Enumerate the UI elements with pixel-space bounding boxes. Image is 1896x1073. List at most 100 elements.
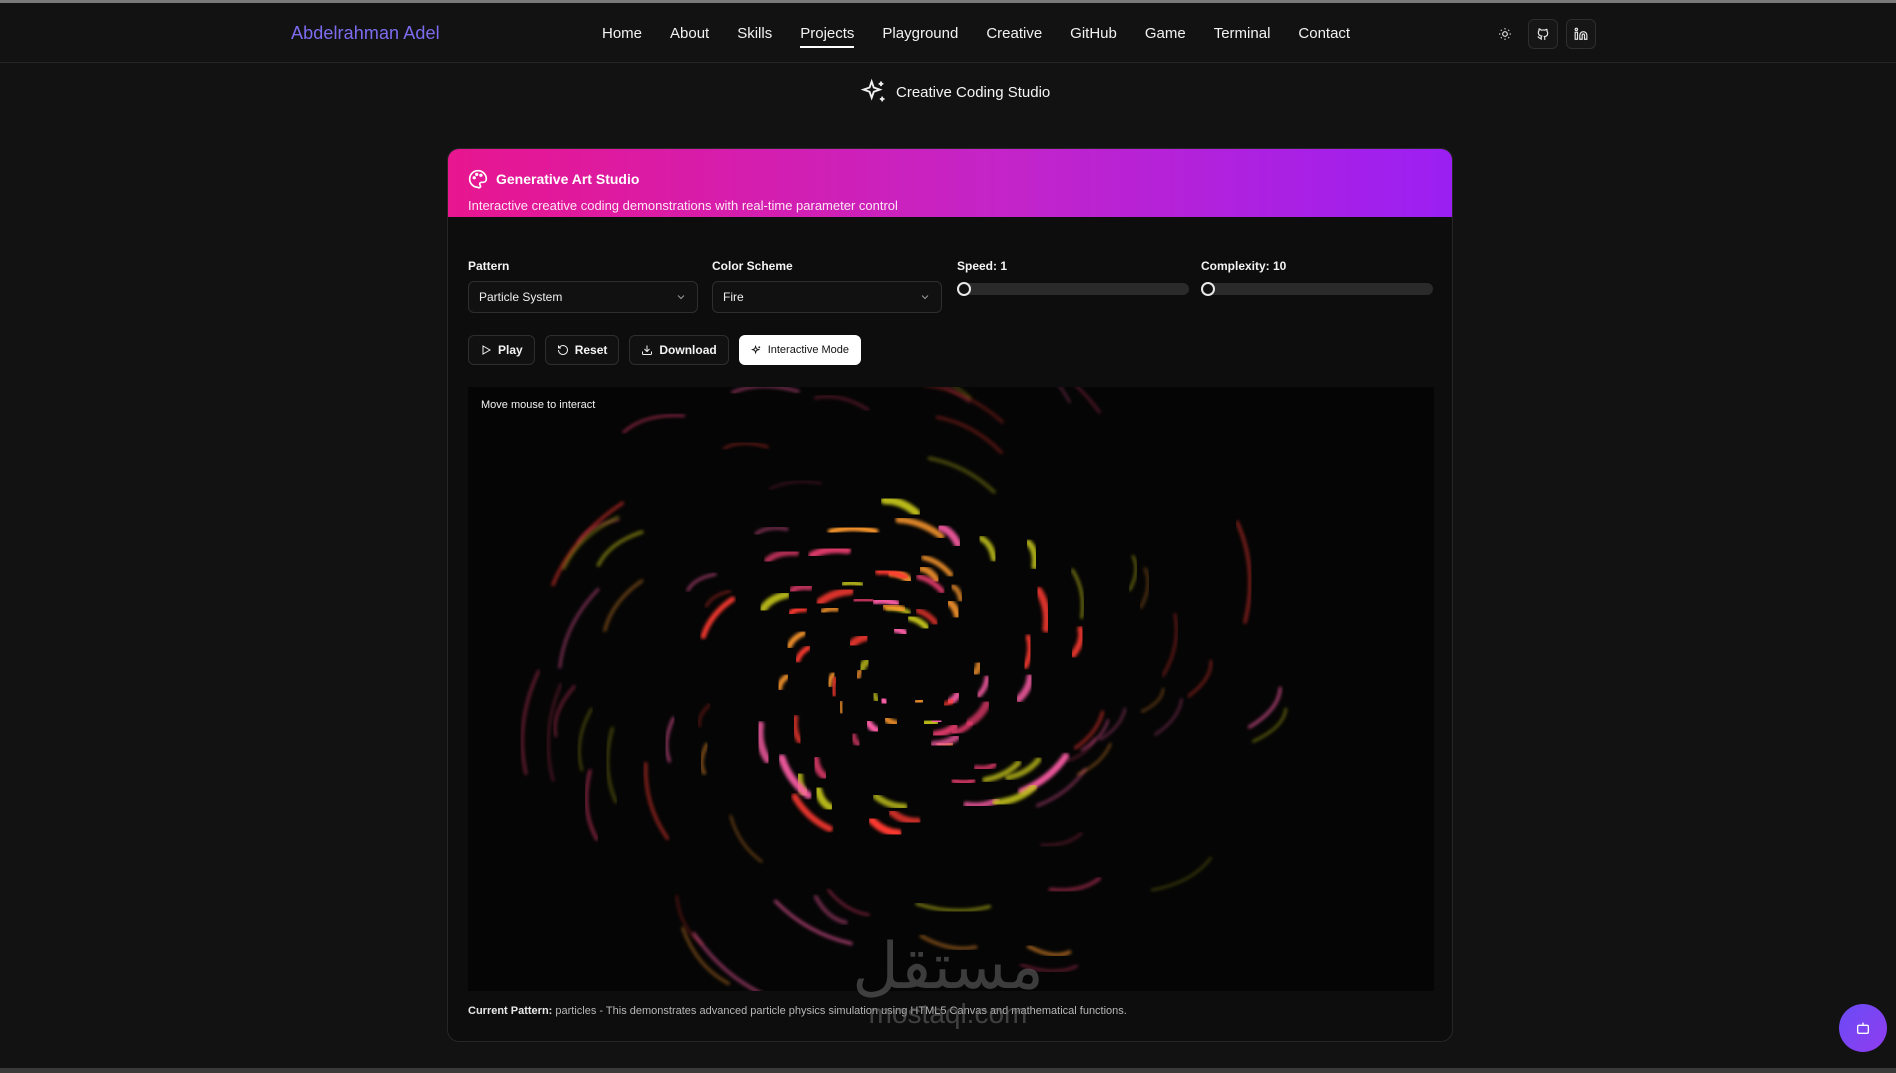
linkedin-link-button[interactable] <box>1566 19 1596 49</box>
particle-trail <box>813 895 848 925</box>
particle-trail <box>883 715 900 727</box>
github-link-button[interactable] <box>1528 19 1558 49</box>
particle-trail <box>1080 719 1110 751</box>
particle-trail <box>768 480 822 491</box>
color-scheme-select[interactable]: Fire <box>712 281 942 313</box>
nav-terminal[interactable]: Terminal <box>1214 25 1271 48</box>
github-icon <box>1537 28 1549 40</box>
particle-trail <box>1252 707 1288 743</box>
particle-trail <box>1070 568 1085 619</box>
particle-trail <box>755 720 772 764</box>
nav-skills[interactable]: Skills <box>737 25 772 48</box>
particle-trail <box>880 496 921 518</box>
particle-trail <box>562 515 620 570</box>
color-scheme-control: Color Scheme Fire <box>712 259 942 313</box>
particle-trail <box>776 673 790 692</box>
particle-trail <box>819 605 840 615</box>
parameter-controls: Pattern Particle System Color Scheme Fir… <box>468 259 1434 319</box>
particle-trail <box>827 525 879 535</box>
nav-home[interactable]: Home <box>602 25 642 48</box>
play-button[interactable]: Play <box>468 335 535 365</box>
particle-trail <box>697 703 711 728</box>
particle-trail <box>1154 698 1183 736</box>
particle-trail <box>759 590 791 613</box>
particle-trail <box>699 742 709 775</box>
nav-projects[interactable]: Projects <box>800 25 855 48</box>
download-button-label: Download <box>659 343 717 357</box>
particle-trail <box>973 761 998 772</box>
watermark-arabic: مستقل <box>852 930 1044 1004</box>
particle-trail <box>935 415 1003 455</box>
particle-trail <box>840 579 865 589</box>
pattern-select[interactable]: Particle System <box>468 281 698 313</box>
particle-trail <box>1140 687 1165 713</box>
particle-trail <box>1150 856 1212 892</box>
complexity-control: Complexity: 10 <box>1201 259 1433 296</box>
rotate-ccw-icon <box>557 345 568 355</box>
reset-button[interactable]: Reset <box>544 335 620 365</box>
particle-trail <box>558 588 600 669</box>
download-icon <box>642 345 653 355</box>
particle-trail <box>915 902 992 913</box>
card-title-text: Generative Art Studio <box>496 171 640 187</box>
particle-trail <box>811 755 829 780</box>
card-header: Generative Art Studio Interactive creati… <box>448 149 1452 217</box>
color-scheme-label: Color Scheme <box>712 259 793 273</box>
particle-trail <box>1073 710 1105 750</box>
particle-trail <box>872 792 908 811</box>
particle-trail <box>778 754 813 799</box>
nav-playground[interactable]: Playground <box>882 25 958 48</box>
particle-trail <box>837 699 846 716</box>
particle-trail <box>729 815 763 863</box>
speed-slider[interactable] <box>957 282 1189 296</box>
play-button-label: Play <box>498 343 523 357</box>
reset-button-label: Reset <box>574 343 608 357</box>
nav-about[interactable]: About <box>670 25 709 48</box>
particle-trail <box>1128 555 1138 592</box>
particle-trail <box>851 595 876 605</box>
particle-trail <box>891 626 909 637</box>
particle-trail <box>1161 613 1178 677</box>
watermark: مستقل mostaql.com <box>833 935 1063 1029</box>
particle-trail <box>584 769 599 841</box>
particle-trail <box>681 926 730 985</box>
art-canvas[interactable]: Move mouse to interact <box>468 387 1434 991</box>
particle-trail <box>1048 876 1101 892</box>
particle-trail <box>830 675 839 698</box>
particle-trail <box>945 598 961 620</box>
particle-trail <box>970 660 984 677</box>
particle-trail <box>622 414 686 434</box>
particle-trail <box>864 718 881 734</box>
nav-creative[interactable]: Creative <box>986 25 1042 48</box>
particle-trail <box>929 717 945 726</box>
chat-bot-button[interactable] <box>1839 1004 1887 1052</box>
particle-trail <box>577 707 593 772</box>
canvas-hint: Move mouse to interact <box>481 399 596 411</box>
particle-trail <box>787 606 809 617</box>
pattern-label: Pattern <box>468 259 510 273</box>
speed-slider-thumb[interactable] <box>957 282 971 296</box>
particle-trail <box>878 695 890 707</box>
nav-game[interactable]: Game <box>1145 25 1186 48</box>
theme-toggle-button[interactable] <box>1490 19 1520 49</box>
particle-trail <box>975 674 990 699</box>
brand-logo-text[interactable]: Abdelrahman Adel <box>291 23 440 44</box>
particle-trail <box>664 716 676 763</box>
particle-trail <box>992 783 1038 807</box>
nav-contact[interactable]: Contact <box>1298 25 1350 48</box>
nav-github[interactable]: GitHub <box>1070 25 1117 48</box>
particle-trail <box>978 535 998 562</box>
particle-trail <box>1024 539 1039 570</box>
pattern-control: Pattern Particle System <box>468 259 698 313</box>
complexity-slider-thumb[interactable] <box>1201 282 1215 296</box>
interactive-mode-button[interactable]: Interactive Mode <box>738 335 862 365</box>
complexity-slider[interactable] <box>1201 282 1433 296</box>
chevron-down-icon <box>921 295 929 300</box>
complexity-label: Complexity: 10 <box>1201 259 1287 273</box>
particle-trail <box>1018 752 1070 795</box>
particle-trail <box>857 657 872 673</box>
download-button[interactable]: Download <box>629 335 729 365</box>
particle-trail <box>868 816 903 837</box>
particle-trail <box>950 583 964 603</box>
speed-label: Speed: 1 <box>957 259 1008 273</box>
